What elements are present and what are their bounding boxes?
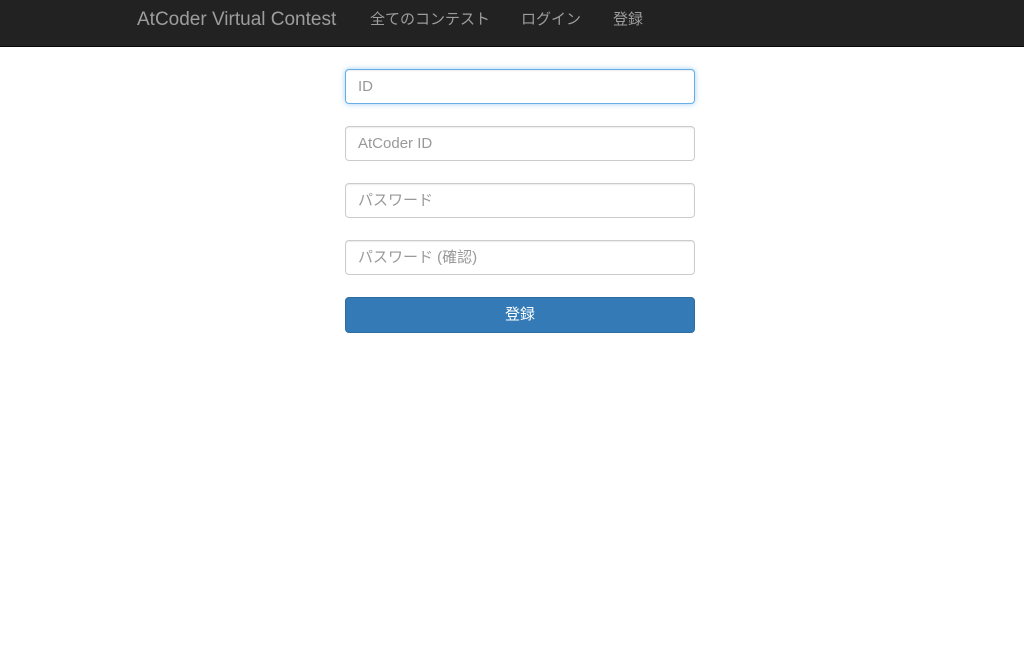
signup-form: 登録 xyxy=(345,69,695,333)
id-field[interactable] xyxy=(345,69,695,104)
atcoder-id-field[interactable] xyxy=(345,126,695,161)
nav-link-register[interactable]: 登録 xyxy=(613,0,643,40)
password-confirm-field[interactable] xyxy=(345,240,695,275)
top-navbar: AtCoder Virtual Contest 全てのコンテスト ログイン 登録 xyxy=(0,0,1024,47)
register-button[interactable]: 登録 xyxy=(345,297,695,333)
brand-link[interactable]: AtCoder Virtual Contest xyxy=(137,0,336,40)
nav-link-login[interactable]: ログイン xyxy=(521,0,581,40)
password-field[interactable] xyxy=(345,183,695,218)
nav-link-all-contests[interactable]: 全てのコンテスト xyxy=(370,0,490,40)
